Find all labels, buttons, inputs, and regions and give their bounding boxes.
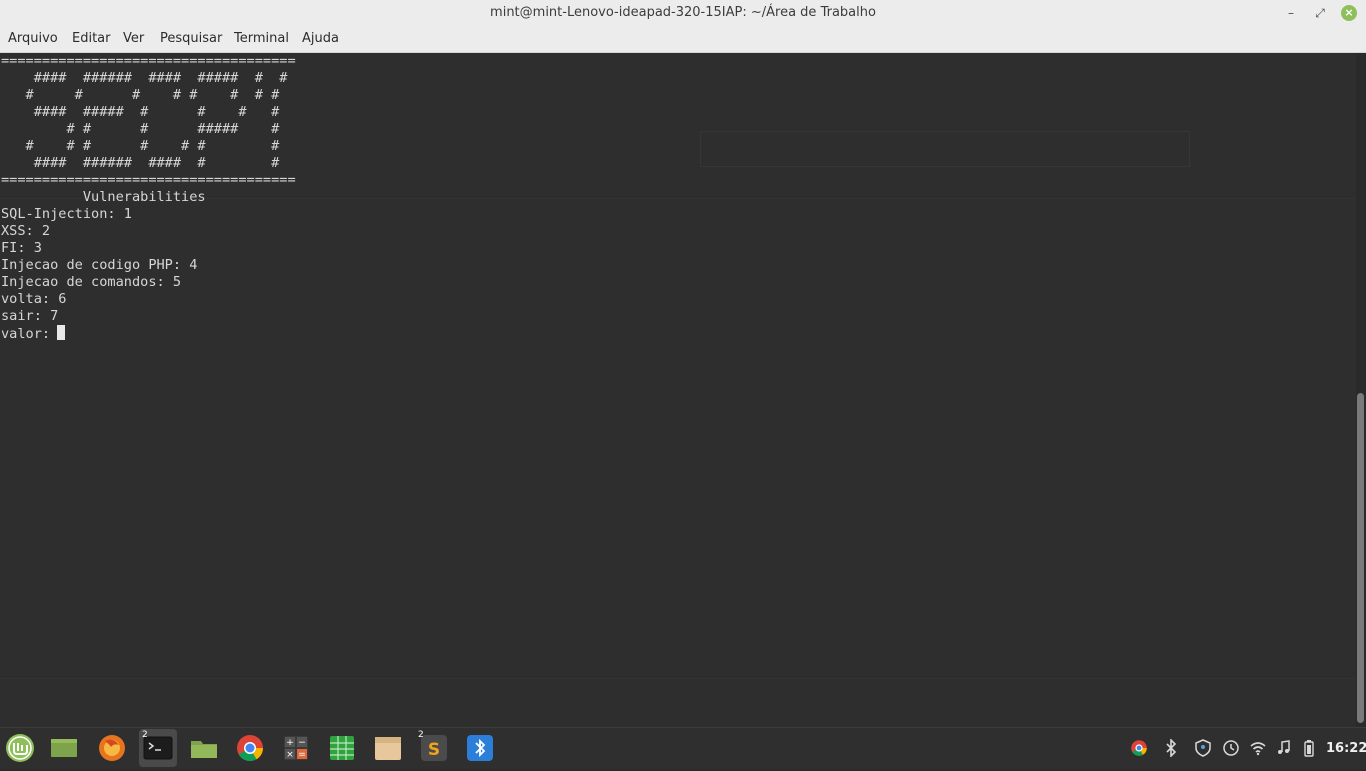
menu-pesquisar[interactable]: Pesquisar: [160, 31, 222, 46]
scrollbar-thumb[interactable]: [1357, 393, 1364, 723]
term-option: FI: 3: [1, 240, 42, 256]
maximize-button[interactable]: ⤢: [1311, 4, 1329, 22]
text-cursor[interactable]: [57, 325, 66, 340]
term-option: Injecao de codigo PHP: 4: [1, 257, 198, 273]
term-line: # # # ##### #: [1, 121, 280, 137]
terminal-window-count: 2: [142, 730, 148, 740]
show-desktop-icon[interactable]: [49, 733, 79, 763]
mint-menu-icon[interactable]: [5, 733, 35, 763]
menu-arquivo[interactable]: Arquivo: [8, 31, 58, 46]
term-line: #### ###### #### # #: [1, 155, 280, 171]
svg-text:×: ×: [286, 750, 294, 760]
term-option: sair: 7: [1, 308, 59, 324]
terminal-scrollbar[interactable]: [1356, 53, 1366, 727]
spreadsheet-icon[interactable]: [327, 733, 357, 763]
term-line: ====================================: [1, 53, 296, 69]
chrome-icon[interactable]: [235, 733, 265, 763]
minimize-button[interactable]: –: [1282, 4, 1300, 22]
term-prompt: valor:: [1, 326, 59, 342]
calculator-icon[interactable]: + − × =: [281, 733, 311, 763]
battery-icon[interactable]: [1300, 739, 1318, 757]
term-line-heading: Vulnerabilities: [1, 189, 206, 205]
chrome-tray-icon[interactable]: [1130, 739, 1148, 757]
bluetooth-icon[interactable]: [1162, 738, 1180, 758]
menu-ajuda[interactable]: Ajuda: [302, 31, 339, 46]
term-line: ====================================: [1, 172, 296, 188]
bluetooth-app-icon[interactable]: [465, 733, 495, 763]
archive-icon[interactable]: [373, 733, 403, 763]
term-line: # # # # # # #: [1, 138, 280, 154]
term-line: #### ###### #### ##### # #: [1, 70, 288, 86]
svg-text:=: =: [298, 750, 306, 760]
window-title: mint@mint-Lenovo-ideapad-320-15IAP: ~/Ár…: [490, 5, 876, 20]
firefox-icon[interactable]: [97, 733, 127, 763]
close-button[interactable]: ×: [1341, 5, 1357, 21]
term-line: #### ##### # # # #: [1, 104, 280, 120]
shield-icon[interactable]: [1194, 739, 1212, 757]
taskbar: 2 + − × = S 2 16:22: [0, 727, 1366, 769]
ghost-divider-bottom: [0, 678, 1356, 679]
ghost-search-box: [700, 131, 1190, 167]
sublime-text-icon[interactable]: S 2: [418, 730, 449, 763]
sound-icon[interactable]: [1275, 739, 1293, 757]
term-option: SQL-Injection: 1: [1, 206, 132, 222]
term-line: # # # # # # # #: [1, 87, 280, 103]
terminal-icon[interactable]: 2: [139, 729, 177, 767]
term-option: XSS: 2: [1, 223, 51, 239]
menu-bar: Arquivo Editar Ver Pesquisar Terminal Aj…: [0, 26, 1366, 53]
menu-terminal[interactable]: Terminal: [234, 31, 289, 46]
files-icon[interactable]: [189, 733, 219, 763]
svg-text:−: −: [298, 738, 306, 748]
svg-text:S: S: [428, 740, 440, 760]
sublime-window-count: 2: [418, 730, 424, 740]
terminal-view[interactable]: ==================================== ###…: [0, 53, 1356, 727]
clock[interactable]: 16:22: [1326, 741, 1366, 756]
menu-editar[interactable]: Editar: [72, 31, 111, 46]
term-option: volta: 6: [1, 291, 67, 307]
window-titlebar[interactable]: mint@mint-Lenovo-ideapad-320-15IAP: ~/Ár…: [0, 0, 1366, 26]
term-option: Injecao de comandos: 5: [1, 274, 182, 290]
terminal-output: ==================================== ###…: [1, 53, 296, 343]
clock-update-icon[interactable]: [1222, 739, 1240, 757]
wifi-icon[interactable]: [1249, 739, 1267, 757]
svg-text:+: +: [286, 738, 294, 748]
menu-ver[interactable]: Ver: [123, 31, 144, 46]
